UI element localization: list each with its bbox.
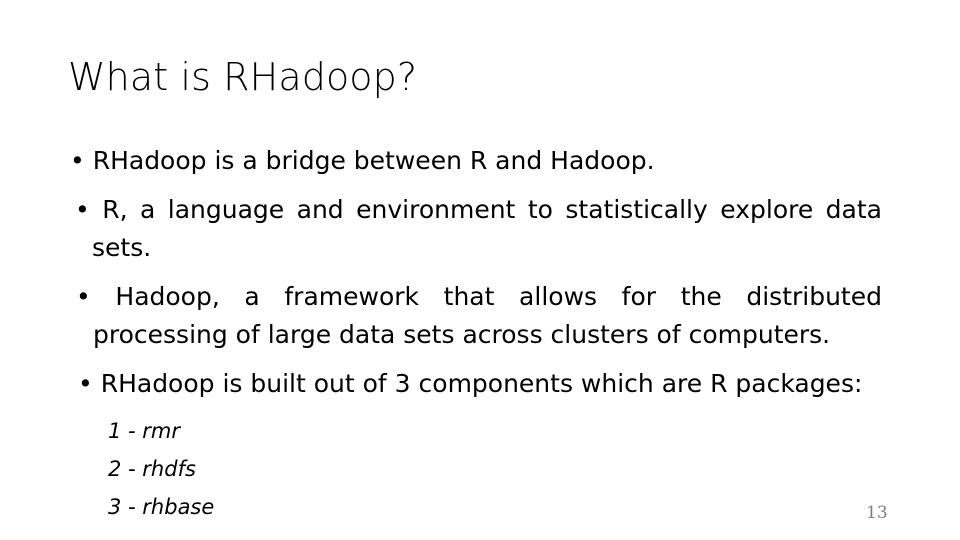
bullet-point-icon: • — [78, 368, 93, 398]
sub-list-item: 2 - rhdfs — [108, 457, 196, 481]
slide-title: What is RHadoop? — [68, 55, 418, 99]
sub-list-item: 3 - rhbase — [108, 495, 215, 519]
bullet-item-text: RHadoop is a bridge between R and Hadoop… — [92, 146, 655, 175]
bullet-item-text: Hadoop, a framework that allows for the … — [93, 281, 882, 350]
bullet-item: • Hadoop, a framework that allows for th… — [76, 278, 882, 355]
bullet-item: • R, a language and environment to stati… — [75, 191, 882, 268]
bullet-item: • RHadoop is a bridge between R and Hado… — [70, 142, 888, 181]
slide-body-bullet-list: • RHadoop is a bridge between R and Hado… — [0, 142, 960, 403]
presentation-slide: What is RHadoop? • RHadoop is a bridge b… — [0, 0, 960, 540]
sub-list-item: 1 - rmr — [108, 419, 181, 443]
bullet-item: • RHadoop is built out of 3 components w… — [78, 365, 888, 404]
bullet-point-icon: • — [76, 281, 91, 311]
bullet-item-text: R, a language and environment to statist… — [92, 194, 882, 263]
slide-page-number: 13 — [866, 503, 888, 523]
component-sub-list: 1 - rmr 2 - rhdfs 3 - rhbase — [108, 412, 508, 526]
bullet-point-icon: • — [70, 146, 85, 175]
bullet-item-text: RHadoop is built out of 3 components whi… — [100, 368, 863, 398]
bullet-point-icon: • — [75, 194, 90, 224]
